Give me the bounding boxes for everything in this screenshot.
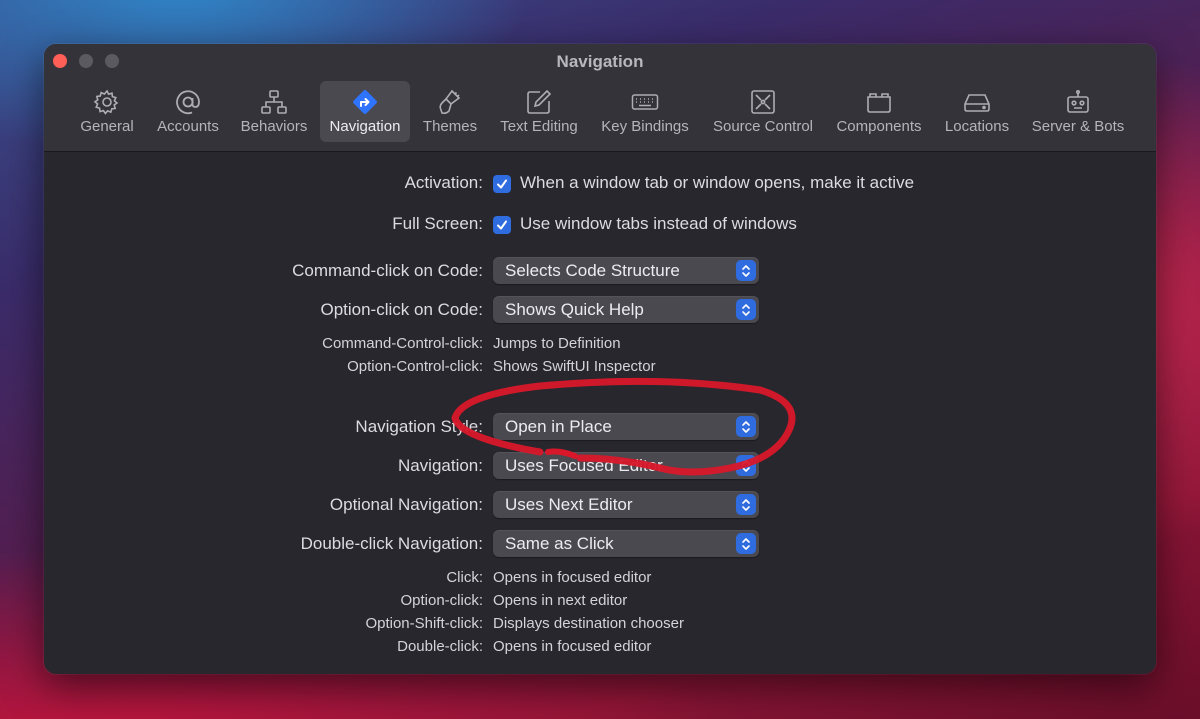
tab-server-and-bots[interactable]: Server & Bots xyxy=(1026,81,1130,142)
full-screen-checkbox[interactable] xyxy=(493,216,511,234)
option-control-click-label: Option-Control-click: xyxy=(347,358,483,375)
titlebar: Navigation General Accounts Behaviors Na… xyxy=(44,44,1156,152)
robot-icon xyxy=(1064,88,1092,116)
drive-icon xyxy=(963,88,991,116)
double-click-navigation-label: Double-click Navigation: xyxy=(300,534,483,553)
tab-label: Accounts xyxy=(157,118,219,135)
summary-double-click-label: Double-click: xyxy=(397,638,483,655)
summary-option-click-value: Opens in next editor xyxy=(493,592,628,609)
tab-label: General xyxy=(80,118,134,135)
checkmark-icon xyxy=(497,179,507,189)
activation-label: Activation: xyxy=(404,173,483,192)
tab-label: Components xyxy=(836,118,922,135)
popup-value: Same as Click xyxy=(505,534,614,553)
popup-value: Selects Code Structure xyxy=(505,261,680,280)
command-click-label: Command-click on Code: xyxy=(292,261,483,280)
tab-components[interactable]: Components xyxy=(830,81,928,142)
keyboard-icon xyxy=(631,88,659,116)
command-control-click-label: Command-Control-click: xyxy=(322,335,483,352)
optional-navigation-label: Optional Navigation: xyxy=(329,495,483,514)
paintbrush-icon xyxy=(436,88,464,116)
summary-double-click-value: Opens in focused editor xyxy=(493,638,652,655)
tab-label: Navigation xyxy=(329,118,401,135)
tab-source-control[interactable]: Source Control xyxy=(704,81,822,142)
full-screen-option-text[interactable]: Use window tabs instead of windows xyxy=(520,214,797,234)
chevron-up-down-icon xyxy=(736,299,756,320)
tab-label: Locations xyxy=(944,118,1010,135)
navigation-arrow-icon xyxy=(351,88,379,116)
popup-value: Uses Next Editor xyxy=(505,495,633,514)
tab-navigation[interactable]: Navigation xyxy=(320,81,410,142)
preferences-window: Navigation General Accounts Behaviors Na… xyxy=(44,44,1156,674)
tab-label: Server & Bots xyxy=(1031,118,1125,135)
popup-value: Open in Place xyxy=(505,417,612,436)
tab-general[interactable]: General xyxy=(72,81,142,142)
chevron-up-down-icon xyxy=(736,455,756,476)
preferences-toolbar: General Accounts Behaviors Navigation Th… xyxy=(44,81,1156,143)
components-icon xyxy=(865,88,893,116)
summary-option-shift-click-value: Displays destination chooser xyxy=(493,615,684,632)
navigation-style-label: Navigation Style: xyxy=(355,417,483,436)
summary-option-click-label: Option-click: xyxy=(400,592,483,609)
tab-themes[interactable]: Themes xyxy=(416,81,484,142)
tab-locations[interactable]: Locations xyxy=(936,81,1018,142)
pencil-square-icon xyxy=(525,88,553,116)
option-click-label: Option-click on Code: xyxy=(320,300,483,319)
full-screen-label: Full Screen: xyxy=(392,214,483,233)
navigation-popup[interactable]: Uses Focused Editor xyxy=(493,452,759,479)
tab-label: Text Editing xyxy=(500,118,578,135)
source-control-icon xyxy=(749,88,777,116)
tab-behaviors[interactable]: Behaviors xyxy=(234,81,314,142)
popup-value: Uses Focused Editor xyxy=(505,456,663,475)
chevron-up-down-icon xyxy=(736,416,756,437)
navigation-label: Navigation: xyxy=(397,456,483,475)
tab-label: Source Control xyxy=(712,118,814,135)
tab-label: Key Bindings xyxy=(601,118,689,135)
window-title: Navigation xyxy=(556,52,644,71)
command-control-click-value: Jumps to Definition xyxy=(493,335,621,352)
tab-accounts[interactable]: Accounts xyxy=(150,81,226,142)
chevron-up-down-icon xyxy=(736,494,756,515)
tab-key-bindings[interactable]: Key Bindings xyxy=(596,81,694,142)
tab-label: Behaviors xyxy=(240,118,308,135)
navigation-settings-pane: Activation: When a window tab or window … xyxy=(44,152,1156,674)
summary-click-value: Opens in focused editor xyxy=(493,569,652,586)
chevron-up-down-icon xyxy=(736,260,756,281)
option-control-click-value: Shows SwiftUI Inspector xyxy=(493,358,656,375)
popup-value: Shows Quick Help xyxy=(505,300,644,319)
double-click-navigation-popup[interactable]: Same as Click xyxy=(493,530,759,557)
summary-click-label: Click: xyxy=(446,569,483,586)
navigation-style-popup[interactable]: Open in Place xyxy=(493,413,759,440)
chevron-up-down-icon xyxy=(736,533,756,554)
hierarchy-icon xyxy=(260,88,288,116)
option-click-popup[interactable]: Shows Quick Help xyxy=(493,296,759,323)
optional-navigation-popup[interactable]: Uses Next Editor xyxy=(493,491,759,518)
at-icon xyxy=(174,88,202,116)
checkmark-icon xyxy=(497,220,507,230)
tab-label: Themes xyxy=(422,118,478,135)
command-click-popup[interactable]: Selects Code Structure xyxy=(493,257,759,284)
activation-checkbox[interactable] xyxy=(493,175,511,193)
activation-option-text[interactable]: When a window tab or window opens, make … xyxy=(520,173,914,193)
tab-text-editing[interactable]: Text Editing xyxy=(492,81,586,142)
gear-icon xyxy=(93,88,121,116)
summary-option-shift-click-label: Option-Shift-click: xyxy=(365,615,483,632)
